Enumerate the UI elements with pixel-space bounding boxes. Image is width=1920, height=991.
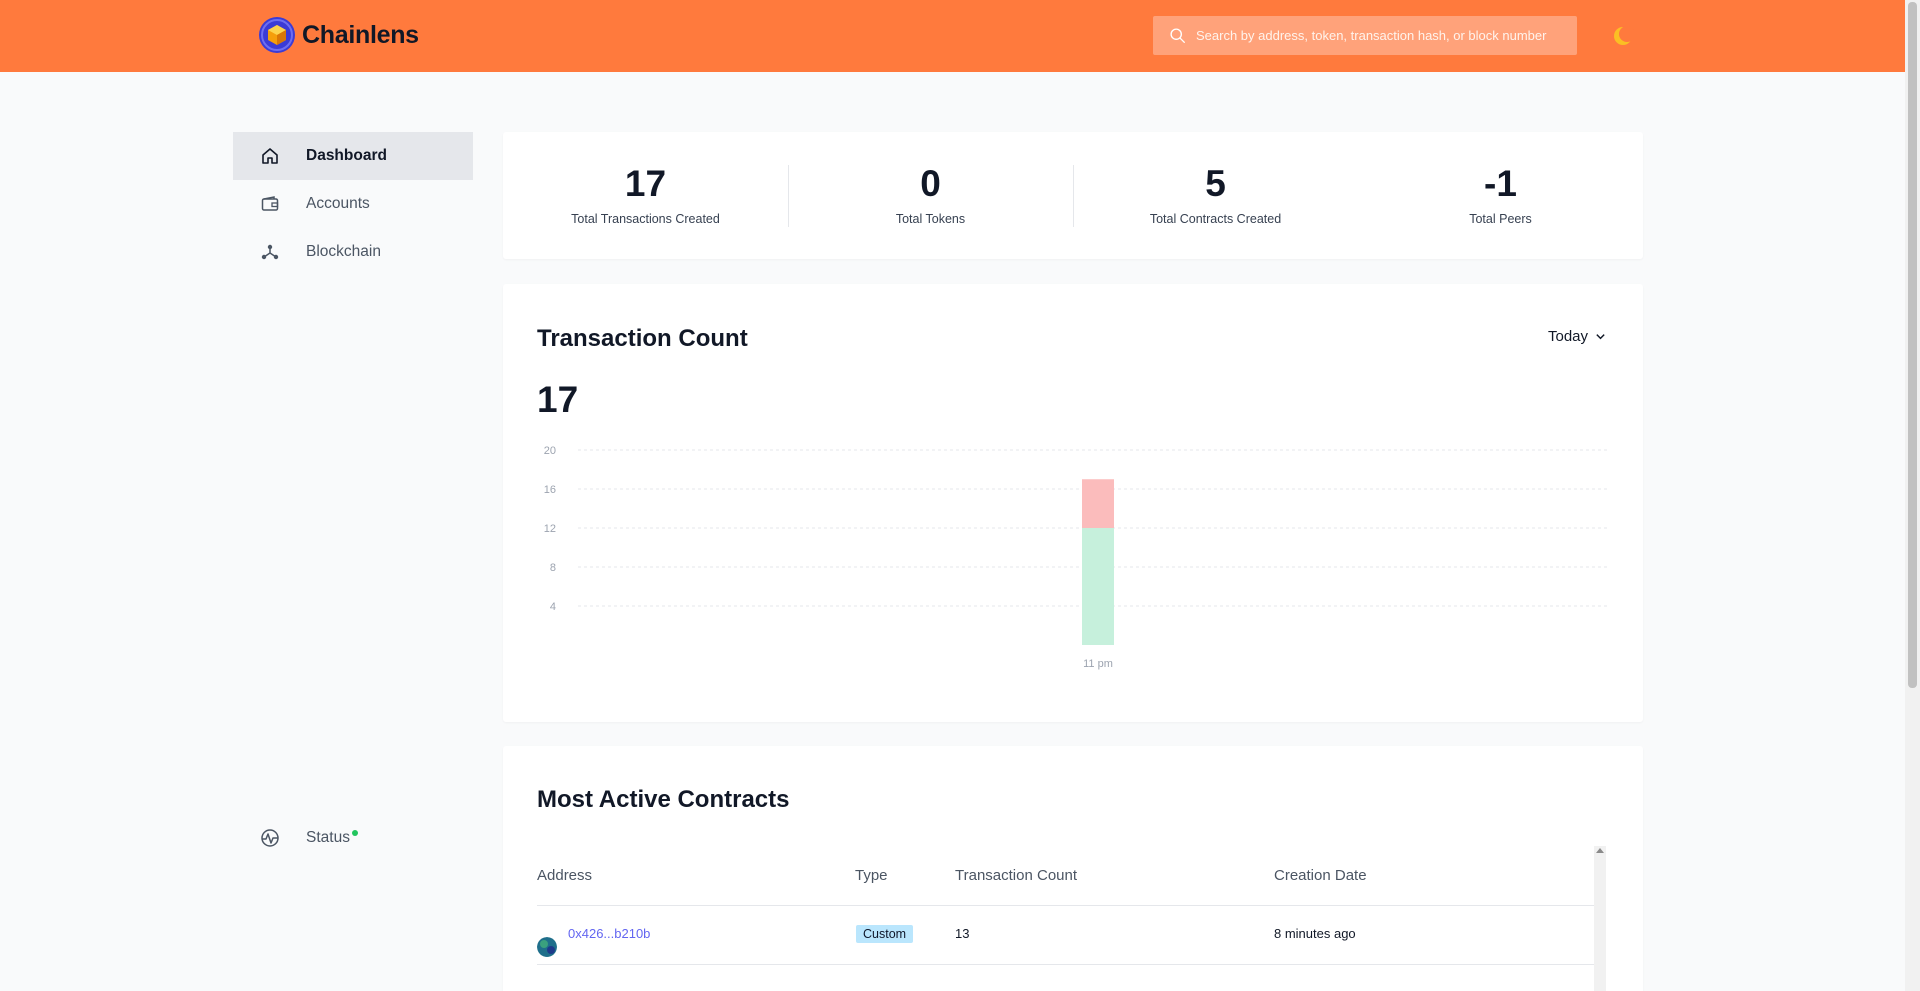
search-input[interactable] (1196, 28, 1566, 43)
stat-value: 0 (920, 163, 941, 204)
column-header-creation-date: Creation Date (1274, 867, 1367, 884)
stat-label: Total Contracts Created (1149, 212, 1282, 226)
sidebar-item-label: Status (306, 829, 350, 846)
y-tick-label: 8 (550, 562, 556, 574)
most-active-contracts-card: Most Active Contracts Address Type Trans… (503, 746, 1643, 991)
stat-divider (788, 165, 789, 227)
y-tick-label: 20 (544, 445, 556, 457)
page-scrollbar[interactable] (1905, 0, 1920, 991)
stat-label: Total Tokens (895, 212, 966, 226)
stat-total-tokens: 0 Total Tokens (788, 132, 1073, 259)
sidebar-item-accounts[interactable]: Accounts (233, 180, 473, 228)
top-header: Chainlens (0, 0, 1905, 72)
stat-label: Total Peers (1469, 212, 1532, 226)
chainlens-logo-icon (259, 17, 295, 53)
y-tick-label: 4 (550, 601, 556, 613)
column-header-transaction-count: Transaction Count (955, 867, 1078, 884)
search-box[interactable] (1153, 16, 1577, 55)
sidebar-item-dashboard[interactable]: Dashboard (233, 132, 473, 180)
stat-value: -1 (1484, 163, 1517, 204)
brand[interactable]: Chainlens (258, 16, 419, 54)
column-header-type: Type (855, 867, 888, 884)
bar-segment[interactable] (1082, 528, 1114, 645)
contract-type-badge: Custom (856, 925, 914, 943)
search-icon (1170, 28, 1185, 43)
network-icon (259, 241, 281, 263)
home-icon (259, 145, 281, 167)
stat-value: 17 (624, 163, 667, 204)
page-scrollbar-thumb[interactable] (1908, 2, 1917, 688)
transaction-count-card: Transaction Count Today 17 4 8 12 16 20 11 pm (503, 284, 1643, 722)
table-scrollbar[interactable] (1594, 846, 1606, 991)
contract-address-link[interactable]: 0x426...b210b (568, 926, 650, 941)
table-row-divider (537, 964, 1594, 965)
stat-total-peers: -1 Total Peers (1358, 132, 1643, 259)
stat-total-transactions: 17 Total Transactions Created (503, 132, 788, 259)
y-tick-label: 12 (544, 523, 556, 535)
contract-tx-count: 13 (955, 926, 970, 941)
stat-value: 5 (1205, 163, 1226, 204)
x-tick-label: 11 pm (1083, 658, 1113, 670)
scroll-up-arrow-icon[interactable] (1596, 848, 1604, 853)
stat-divider (1073, 165, 1074, 227)
column-header-address: Address (537, 867, 593, 884)
sidebar-item-blockchain[interactable]: Blockchain (233, 228, 473, 276)
transaction-bar-chart: 4 8 12 16 20 11 pm (544, 445, 1608, 670)
contract-creation-date: 8 minutes ago (1274, 926, 1356, 941)
sidebar-item-label: Dashboard (306, 147, 387, 164)
stat-label: Total Transactions Created (571, 212, 720, 226)
table-header-divider (537, 905, 1594, 906)
sidebar-item-status[interactable]: Status (233, 814, 473, 862)
contract-avatar (537, 937, 557, 957)
brand-name: Chainlens (302, 20, 419, 49)
sidebar-item-label: Blockchain (306, 243, 381, 260)
status-indicator-dot (352, 830, 358, 836)
wallet-icon (259, 193, 281, 215)
sidebar-item-label: Accounts (306, 195, 370, 212)
activity-icon (259, 827, 281, 849)
stats-card: 17 Total Transactions Created 0 Total To… (503, 132, 1643, 259)
stat-total-contracts: 5 Total Contracts Created (1073, 132, 1358, 259)
y-tick-label: 16 (544, 484, 556, 496)
bar-segment[interactable] (1082, 479, 1114, 528)
moon-icon[interactable] (1612, 25, 1634, 47)
contracts-title: Most Active Contracts (537, 786, 790, 813)
